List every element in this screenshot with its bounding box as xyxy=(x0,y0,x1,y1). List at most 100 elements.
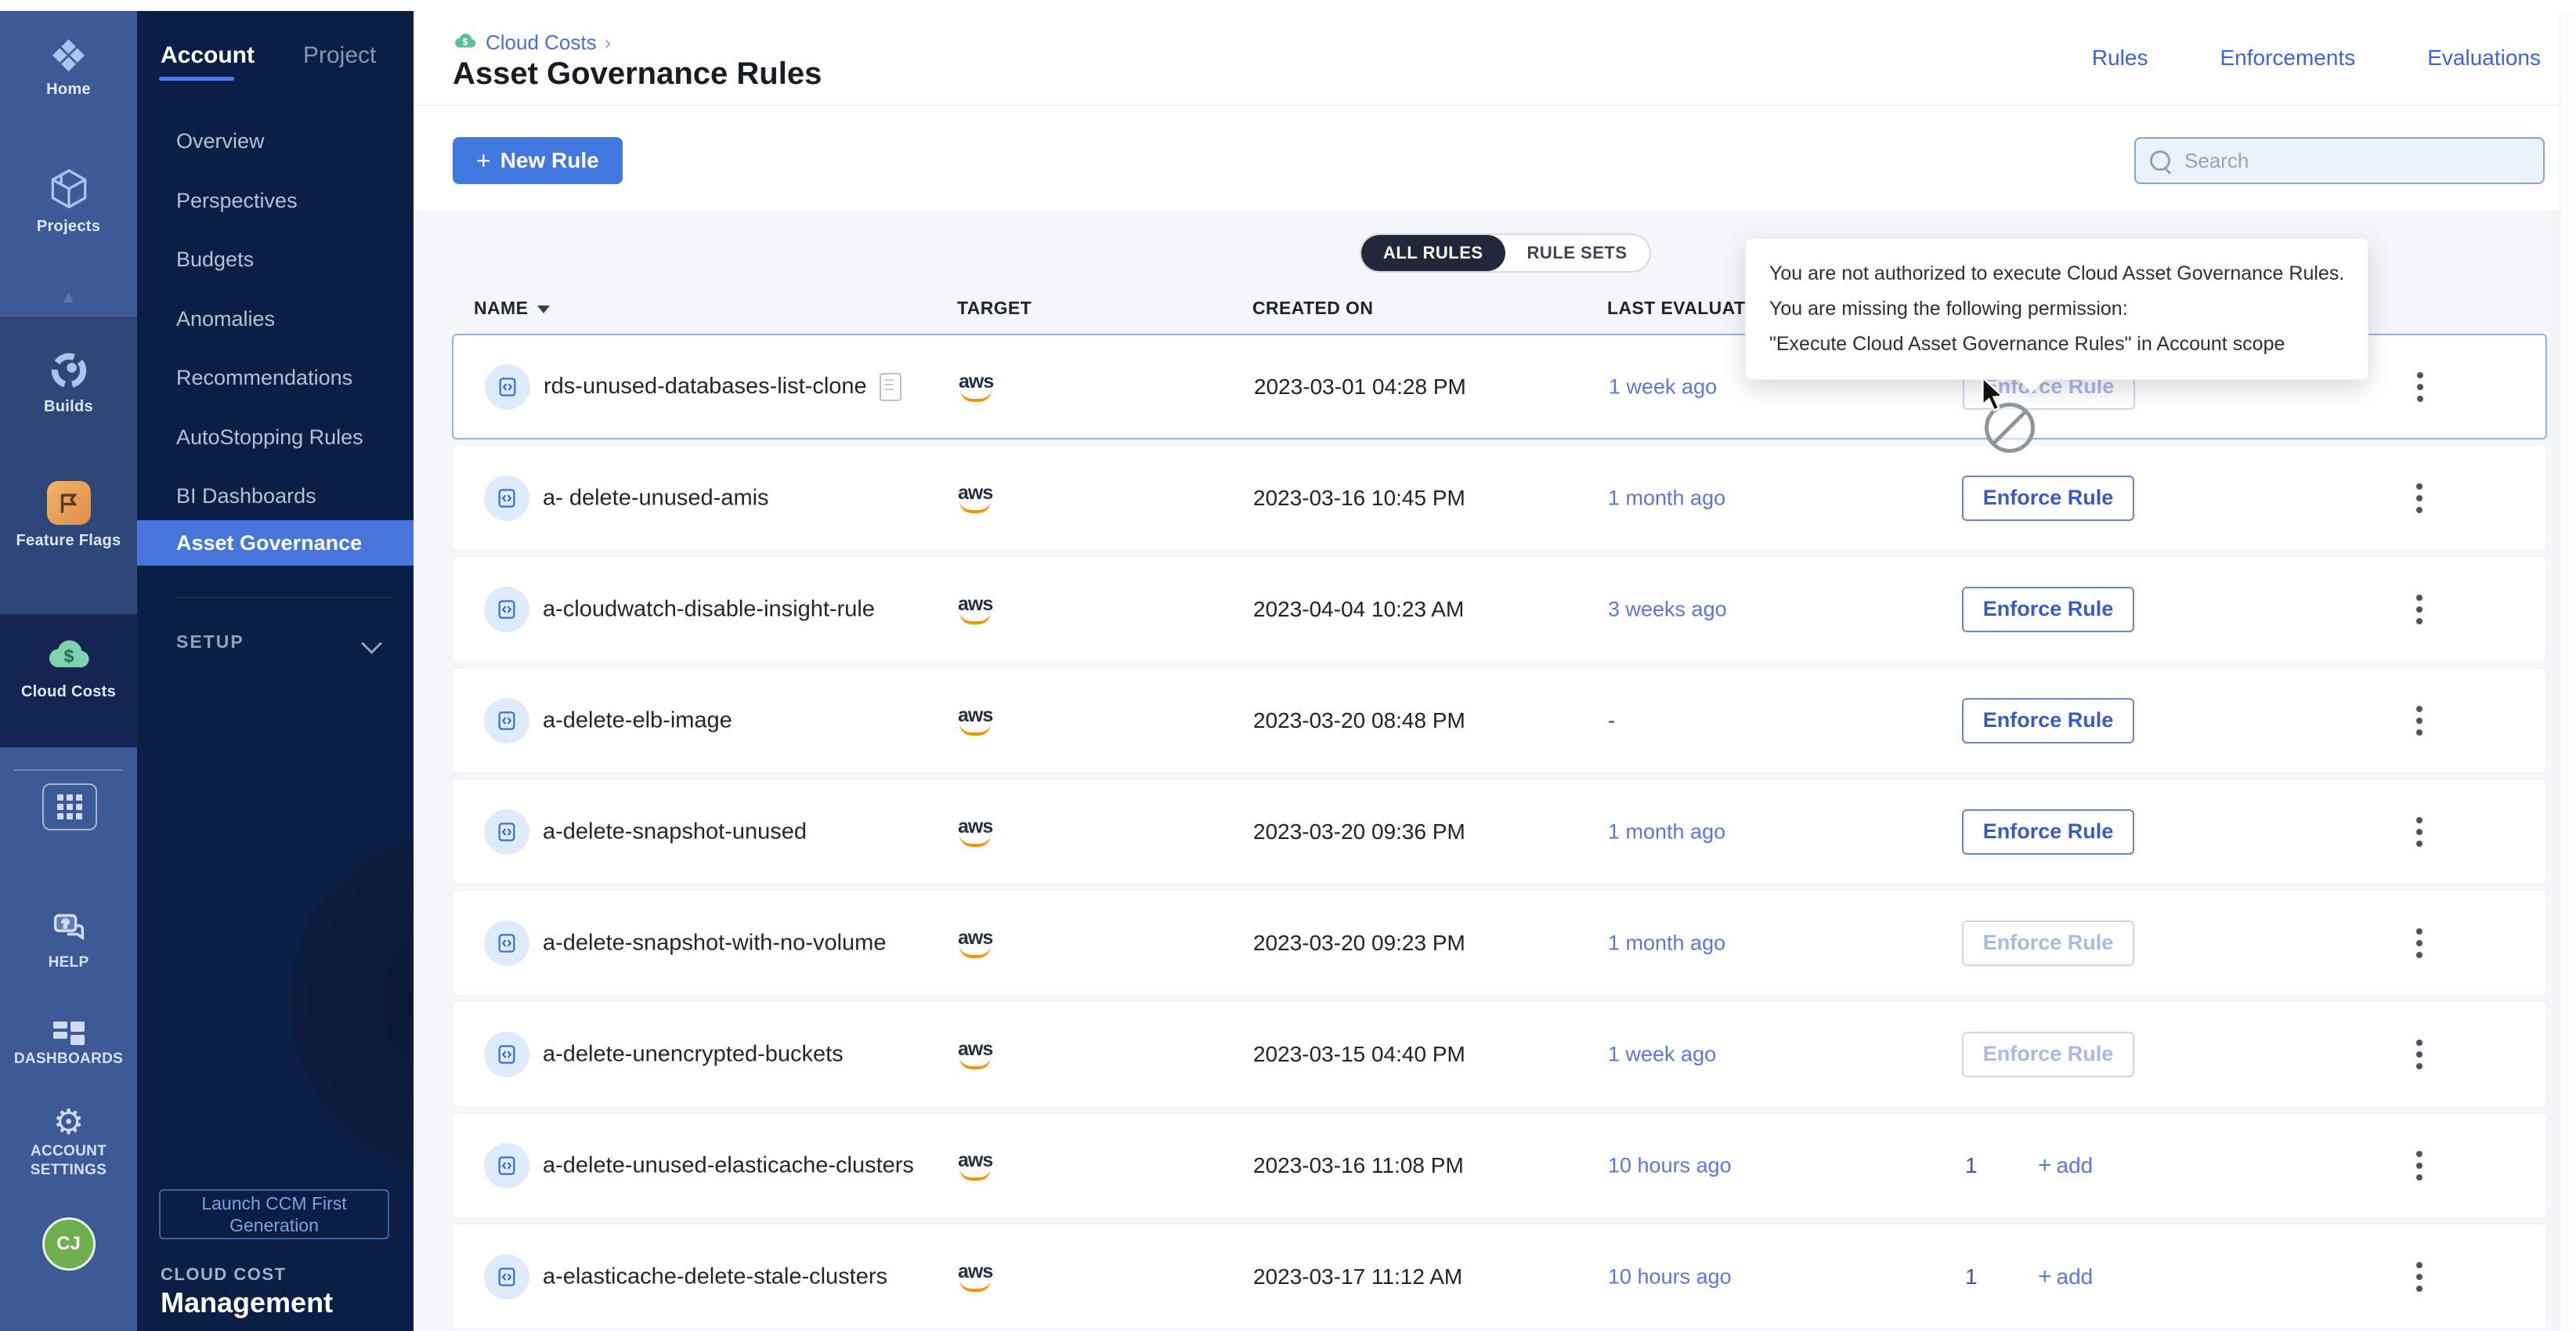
kebab-menu[interactable] xyxy=(2412,590,2427,629)
rail-collapse-caret[interactable]: ▲ xyxy=(0,287,137,307)
enforce-rule-button[interactable]: Enforce Rule xyxy=(1962,698,2134,743)
kebab-menu[interactable] xyxy=(2412,701,2427,740)
rule-name: a-cloudwatch-disable-insight-rule xyxy=(543,596,875,622)
top-nav: Rules Enforcements Evaluations xyxy=(2092,45,2541,71)
enforcement-count: 1 xyxy=(1965,1264,1978,1289)
created-on-value: 2023-03-20 09:23 PM xyxy=(1253,931,1465,956)
table-row[interactable]: a-cloudwatch-disable-insight-ruleaws2023… xyxy=(452,556,2547,662)
enforce-rule-button[interactable]: Enforce Rule xyxy=(1962,587,2134,632)
rail-account-settings[interactable]: ⚙ ACCOUNT SETTINGS xyxy=(0,1105,137,1180)
rule-name-cell: a-delete-unencrypted-buckets xyxy=(543,1041,844,1067)
rail-home[interactable]: ❖ Home xyxy=(0,33,137,99)
rail-projects-label: Projects xyxy=(0,217,137,236)
last-evaluation-value: 1 week ago xyxy=(1609,374,1717,399)
sidebar-item-anomalies[interactable]: Anomalies xyxy=(137,303,414,335)
product-label-cloud-cost: CLOUD COST xyxy=(161,1264,286,1285)
enforce-rule-button[interactable]: Enforce Rule xyxy=(1962,809,2134,855)
tab-account-underline xyxy=(159,77,234,81)
search-box[interactable] xyxy=(2134,137,2545,184)
dashboards-icon xyxy=(53,1022,85,1045)
avatar[interactable]: CJ xyxy=(42,1217,96,1271)
breadcrumb-cloud-costs-link[interactable]: Cloud Costs xyxy=(486,31,597,55)
created-on-value: 2023-03-01 04:28 PM xyxy=(1254,374,1466,400)
kebab-menu[interactable] xyxy=(2412,367,2428,407)
created-on-value: 2023-04-04 10:23 AM xyxy=(1253,597,1464,622)
add-enforcement-button[interactable]: +add xyxy=(2038,1152,2093,1179)
rail-dashboards[interactable]: DASHBOARDS xyxy=(0,1018,137,1069)
rail-builds[interactable]: Builds xyxy=(0,348,137,416)
scrollbar[interactable] xyxy=(2560,11,2576,1331)
projects-icon xyxy=(45,203,93,216)
module-grid-button[interactable] xyxy=(42,783,97,830)
kebab-menu[interactable] xyxy=(2412,1035,2427,1074)
tab-project[interactable]: Project xyxy=(303,42,376,69)
last-evaluation-value: 1 month ago xyxy=(1608,931,1725,955)
toggle-all-rules[interactable]: ALL RULES xyxy=(1361,235,1505,271)
sidebar-item-overview[interactable]: Overview xyxy=(137,125,414,157)
kebab-menu[interactable] xyxy=(2412,812,2427,852)
search-input[interactable] xyxy=(2183,148,2529,174)
enforce-rule-button[interactable]: Enforce Rule xyxy=(1962,920,2134,966)
last-evaluation-value: 1 week ago xyxy=(1608,1042,1716,1066)
column-created-on: CREATED ON xyxy=(1252,298,1373,319)
last-evaluation-value: 1 month ago xyxy=(1608,486,1725,510)
tab-account[interactable]: Account xyxy=(161,42,255,69)
last-evaluation-value: 10 hours ago xyxy=(1608,1264,1732,1289)
rule-icon xyxy=(484,698,529,743)
kebab-menu[interactable] xyxy=(2412,1146,2427,1185)
column-name[interactable]: NAME xyxy=(474,298,550,319)
rail-feature-flags[interactable]: Feature Flags xyxy=(0,481,137,550)
sidebar-item-budgets[interactable]: Budgets xyxy=(137,244,414,275)
enforcement-count: 1 xyxy=(1965,1153,1978,1178)
cloud-costs-sidenav: Account Project Overview Perspectives Budg… xyxy=(137,11,414,1331)
help-icon: ? xyxy=(49,939,89,953)
new-rule-button[interactable]: + New Rule xyxy=(453,137,623,184)
cloud-costs-icon: $ xyxy=(45,668,93,682)
add-enforcement-button[interactable]: +add xyxy=(2038,1264,2093,1290)
table-row[interactable]: a-delete-snapshot-unusedaws2023-03-20 09… xyxy=(452,779,2547,884)
rule-name: a-elasticache-delete-stale-clusters xyxy=(543,1264,887,1289)
search-icon xyxy=(2150,150,2170,171)
kebab-menu[interactable] xyxy=(2412,1257,2427,1297)
rule-name-cell: a-delete-elb-image xyxy=(543,707,732,733)
rule-name: a-delete-snapshot-unused xyxy=(543,819,807,845)
toggle-rule-sets[interactable]: RULE SETS xyxy=(1505,235,1649,271)
table-row[interactable]: a-delete-unused-elasticache-clustersaws2… xyxy=(452,1112,2547,1218)
table-row[interactable]: a-elasticache-delete-stale-clustersaws20… xyxy=(452,1224,2547,1329)
module-rail: ❖ Home Projects ▲ Builds Feature Flags $ xyxy=(0,11,137,1331)
svg-text:$: $ xyxy=(63,646,74,666)
rule-icon xyxy=(485,364,530,410)
sidebar-item-bi-dashboards[interactable]: BI Dashboards xyxy=(137,480,414,512)
sidebar-item-autostopping-rules[interactable]: AutoStopping Rules xyxy=(137,421,414,453)
enforce-rule-button[interactable]: Enforce Rule xyxy=(1962,1032,2134,1077)
table-row[interactable]: a- delete-unused-amisaws2023-03-16 10:45… xyxy=(452,445,2547,551)
sidebar-item-recommendations[interactable]: Recommendations xyxy=(137,362,414,393)
sidebar-item-asset-governance[interactable]: Asset Governance xyxy=(137,520,414,566)
table-row[interactable]: a-delete-snapshot-with-no-volumeaws2023-… xyxy=(452,890,2547,996)
sort-caret-icon xyxy=(537,306,550,313)
table-row[interactable]: a-delete-unencrypted-bucketsaws2023-03-1… xyxy=(452,1001,2547,1107)
chevron-down-icon[interactable] xyxy=(361,633,382,654)
table-row[interactable]: a-delete-elb-imageaws2023-03-20 08:48 PM… xyxy=(452,667,2547,773)
enforce-rule-button[interactable]: Enforce Rule xyxy=(1962,476,2134,521)
launch-ccm-first-gen-button[interactable]: Launch CCM First Generation xyxy=(159,1189,389,1239)
rail-user[interactable]: CJ xyxy=(0,1217,137,1271)
kebab-menu[interactable] xyxy=(2412,924,2427,963)
gear-icon: ⚙ xyxy=(53,1103,84,1141)
copy-icon[interactable] xyxy=(880,373,901,401)
rail-feature-flags-label: Feature Flags xyxy=(0,531,137,550)
rail-help[interactable]: ? HELP xyxy=(0,909,137,972)
kebab-menu[interactable] xyxy=(2412,479,2427,518)
page-title: Asset Governance Rules xyxy=(453,56,822,92)
nav-evaluations[interactable]: Evaluations xyxy=(2427,45,2541,71)
nav-enforcements[interactable]: Enforcements xyxy=(2220,45,2355,71)
sidebar-item-setup[interactable]: SETUP xyxy=(176,631,244,653)
rail-cloud-costs[interactable]: $ Cloud Costs xyxy=(0,630,137,701)
nav-rules[interactable]: Rules xyxy=(2092,45,2148,71)
rail-projects[interactable]: Projects xyxy=(0,165,137,236)
rule-icon xyxy=(484,1254,529,1300)
rules-toggle: ALL RULES RULE SETS xyxy=(1360,233,1651,273)
rule-icon xyxy=(484,920,529,966)
page-header: $ Cloud Costs › Asset Governance Rules R… xyxy=(414,11,2576,106)
sidebar-item-perspectives[interactable]: Perspectives xyxy=(137,185,414,216)
